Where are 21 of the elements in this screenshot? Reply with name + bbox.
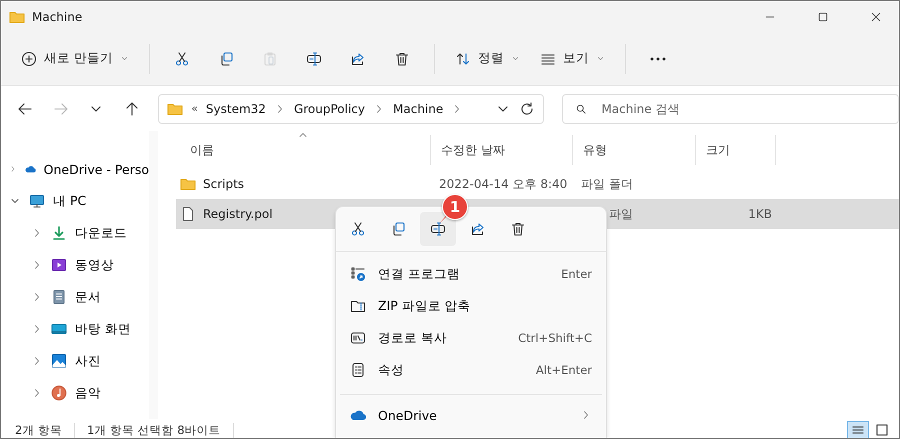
- file-name: Scripts: [203, 177, 244, 191]
- file-name: Registry.pol: [203, 207, 273, 221]
- tree-item-label: 사진: [75, 352, 101, 370]
- tree-item-label: 바탕 화면: [75, 320, 131, 338]
- step-badge: 1: [442, 194, 468, 220]
- type-cell: 파일 폴더: [581, 176, 633, 192]
- status-text: 1개 항목 선택함 8바이트: [86, 422, 234, 438]
- window-title: Machine: [32, 10, 84, 24]
- tree-item-label: OneDrive - Perso: [44, 162, 149, 176]
- shortcut-text: Alt+Enter: [536, 363, 592, 377]
- type-cell: 파일: [609, 206, 633, 222]
- tree-item-label: 음악: [75, 384, 101, 402]
- shortcut-text: Enter: [561, 267, 592, 281]
- tree-item-label: 문서: [75, 288, 101, 306]
- size-cell: 1KB: [748, 207, 772, 221]
- status-text: 2개 항목: [15, 422, 75, 438]
- date-cell: 2022-04-14 오후 8:40: [439, 176, 568, 192]
- shortcut-text: Ctrl+Shift+C: [518, 331, 592, 345]
- tree-item-label: 다운로드: [75, 224, 127, 242]
- tree-item-label: 내 PC: [53, 192, 86, 210]
- tree-item-label: 동영상: [75, 256, 114, 274]
